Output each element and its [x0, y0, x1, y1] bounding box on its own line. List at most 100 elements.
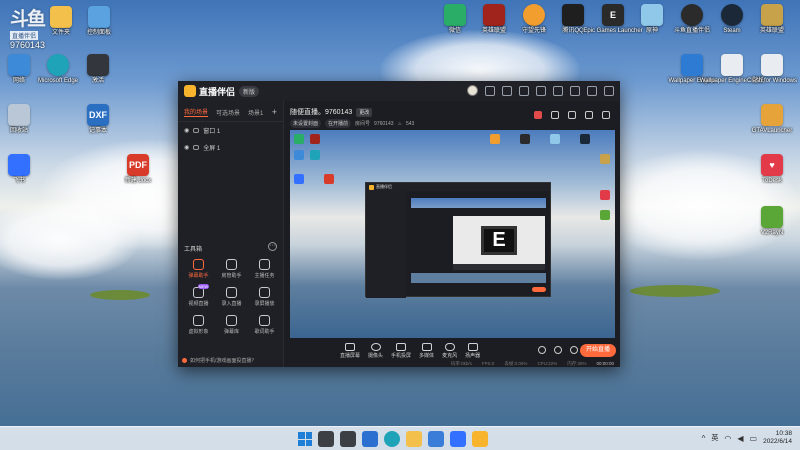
explorer-icon[interactable] — [406, 431, 422, 447]
memory-usage: 内存:35% — [567, 361, 587, 366]
network-icon — [8, 54, 30, 76]
more-icon[interactable]: ⋯ — [268, 242, 277, 251]
desktop-icon[interactable]: V2RayN — [750, 206, 794, 237]
desktop-icon[interactable]: GTAVLauncher — [750, 104, 794, 135]
douyu-icon[interactable] — [472, 431, 488, 447]
battery-icon[interactable]: ▭ — [750, 434, 758, 443]
danmaku-icon — [193, 259, 204, 270]
desktop-icon[interactable]: 回收站 — [0, 104, 41, 135]
language-indicator[interactable]: 英 — [711, 433, 718, 443]
lock-icon[interactable] — [193, 128, 200, 133]
desktop-icon[interactable]: 微信 — [433, 4, 477, 35]
avatar[interactable] — [467, 85, 478, 96]
cpu-usage: CPU:22% — [537, 361, 558, 366]
cover-status[interactable]: 未设置封面 — [290, 119, 322, 128]
task-view-icon[interactable] — [340, 431, 356, 447]
tool-room-admin[interactable]: 房管助手 — [215, 259, 248, 279]
chevron-up-icon[interactable]: ^ — [702, 434, 706, 443]
tab-optional-scenes[interactable]: 可选场景 — [216, 108, 240, 117]
speaker-button[interactable]: 扬声器 — [465, 343, 480, 359]
tool-tasks[interactable]: 主播任务 — [248, 259, 281, 279]
desktop-icon[interactable]: PDF 新建.docx — [116, 154, 160, 185]
feishu-icon[interactable] — [450, 431, 466, 447]
media-button[interactable]: 多媒体 — [419, 343, 434, 359]
heart-icon: ♥ — [761, 154, 783, 176]
edge-icon — [310, 150, 320, 160]
store-icon[interactable] — [428, 431, 444, 447]
desktop-icon[interactable]: 原神 — [630, 4, 674, 35]
desktop-icon[interactable]: Steam — [710, 4, 754, 35]
edge-icon[interactable] — [384, 431, 400, 447]
share-icon[interactable] — [602, 111, 610, 119]
phone-cast-button[interactable]: 手机投屏 — [391, 343, 411, 359]
live-preview[interactable]: 直播伴侣 E — [290, 130, 615, 338]
tab-my-scenes[interactable]: 我的场景 — [184, 107, 209, 117]
tab-scene-1[interactable]: 场景1 — [248, 108, 263, 117]
record-status-icon[interactable] — [534, 111, 542, 119]
start-button[interactable] — [298, 432, 312, 446]
desktop-icon[interactable]: 英雄联盟 — [472, 4, 516, 35]
bitrate: 码率:0kb/s — [450, 361, 472, 366]
gear-icon[interactable] — [570, 346, 578, 354]
desktop-icon[interactable]: 英雄联盟 — [750, 4, 794, 35]
menu-icon[interactable] — [553, 85, 563, 96]
maximize-icon[interactable] — [587, 85, 597, 96]
desktop-icon[interactable]: 控制面板 — [77, 6, 121, 37]
lock-icon[interactable] — [193, 145, 200, 150]
add-scene-icon[interactable]: + — [272, 107, 277, 117]
widgets-icon[interactable] — [362, 431, 378, 447]
help-tip[interactable]: 如何把手机/游戏画面投直播？ — [178, 353, 284, 367]
wifi-icon[interactable]: ◠ — [724, 434, 731, 443]
monitor-icon — [87, 54, 109, 76]
file-icon — [761, 54, 783, 76]
feishu-icon — [8, 154, 30, 176]
eye-icon[interactable] — [554, 346, 562, 354]
eye-icon[interactable]: ◉ — [184, 127, 189, 134]
steam-icon — [580, 134, 590, 144]
desktop-icon[interactable]: 斗鱼直播伴侣 — [670, 4, 714, 35]
gift-icon[interactable] — [502, 85, 512, 96]
eye-icon[interactable]: ◉ — [184, 144, 189, 151]
bell-icon[interactable] — [585, 111, 593, 119]
tool-lyrics[interactable]: 歌词助手 — [248, 315, 281, 335]
desktop-icon[interactable]: DXF 记事本 — [76, 104, 120, 135]
desktop-icon[interactable]: 网络 — [0, 54, 41, 85]
desktop-icon[interactable]: 激活 — [76, 54, 120, 85]
camera-toggle-icon[interactable] — [538, 346, 546, 354]
desktop-icon[interactable]: Microsoft Edge — [36, 54, 80, 85]
start-live-button[interactable]: 开始直播 — [580, 344, 616, 357]
scene-item[interactable]: ◉ 全屏 1 — [178, 139, 283, 156]
tool-record-live[interactable]: 录入直播 — [215, 287, 248, 307]
screen-capture-button[interactable]: 直播屏幕 — [340, 343, 360, 359]
game-icon — [310, 134, 320, 144]
app-name: 直播伴侣 — [199, 86, 236, 97]
screen-icon[interactable] — [519, 85, 529, 96]
tool-avatar[interactable]: 虚拟形象 — [182, 315, 215, 335]
desktop-icon[interactable]: Clash for Windows — [747, 54, 797, 85]
lock-icon[interactable] — [551, 111, 559, 119]
desktop-icon[interactable]: 飞书 — [0, 154, 41, 185]
scene-item[interactable]: ◉ 窗口 1 — [178, 122, 283, 139]
tool-replay[interactable]: 录屏播放 — [248, 287, 281, 307]
volume-icon[interactable]: ◀ — [737, 434, 743, 443]
douyu-live-companion-window: 直播伴侣 新版 我的场景 可选场景 场景1 + ◉ 窗口 1 ◉ 全屏 1 工具… — [178, 81, 620, 367]
microphone-button[interactable]: 麦克风 — [442, 343, 457, 359]
tool-danmaku[interactable]: 弹幕助手 — [182, 259, 215, 279]
desktop-icon[interactable]: 守望先锋 — [512, 4, 556, 35]
version-badge[interactable]: 新版 — [239, 85, 260, 97]
schedule-status[interactable]: 在开播前 — [325, 119, 352, 128]
camera-button[interactable]: 摄像头 — [368, 343, 383, 359]
qq-icon — [562, 4, 584, 26]
edit-room-button[interactable]: 更改 — [356, 107, 373, 117]
tool-video-live[interactable]: NEW 视频直播 — [182, 284, 215, 307]
screenshot-icon[interactable] — [568, 111, 576, 119]
desktop-icon[interactable]: E Epic Games Launcher — [583, 4, 643, 35]
desktop-icon[interactable]: ♥ ToDesk — [750, 154, 794, 185]
minimize-icon[interactable] — [570, 85, 580, 96]
search-icon[interactable] — [318, 431, 334, 447]
clock[interactable]: 10:38 2022/6/14 — [763, 430, 792, 446]
tool-library[interactable]: 弹幕库 — [215, 315, 248, 335]
settings-icon[interactable] — [536, 85, 546, 96]
message-icon[interactable] — [485, 85, 495, 96]
close-icon[interactable] — [604, 85, 614, 96]
